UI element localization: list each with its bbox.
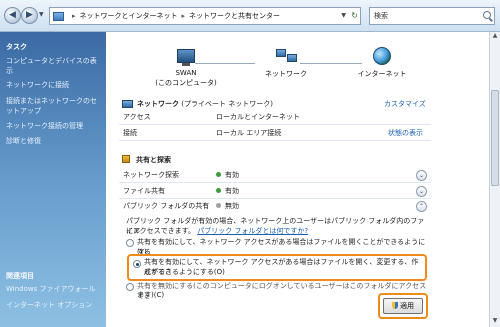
apply-button[interactable]: 適用 <box>383 298 423 314</box>
network-icon <box>276 49 298 63</box>
internet-label: インターネット <box>357 70 407 78</box>
sharing-row-public-folder: パブリック フォルダの共有 無効 ⌃ <box>119 199 431 214</box>
sidebar-item-firewall[interactable]: Windows ファイアウォール <box>6 284 102 294</box>
search-input[interactable]: 検索 <box>369 7 495 25</box>
row-value: 無効 <box>225 202 239 210</box>
breadcrumb[interactable]: ▸ ネットワークとインターネット ▸ ネットワークと共有センター ▼ ↻ <box>49 7 361 25</box>
related-heading: 関連項目 <box>6 272 34 280</box>
network-row-access: アクセス ローカルとインターネット <box>119 110 431 125</box>
computer-icon <box>177 49 195 66</box>
network-title-line: ネットワーク (プライベート ネットワーク) <box>137 99 273 109</box>
task-pane <box>0 32 106 327</box>
address-bar: ◀ ▶ ▼ ▸ ネットワークとインターネット ▸ ネットワークと共有センター ▼… <box>0 0 500 32</box>
search-icon[interactable] <box>483 11 491 19</box>
breadcrumb-separator: ▸ <box>181 12 186 20</box>
panel-description-line2: にアクセスできます。 <box>126 227 195 235</box>
uac-shield-icon <box>392 302 398 309</box>
status-off-icon <box>216 203 221 208</box>
expand-button[interactable]: ⌄ <box>416 170 427 181</box>
scroll-up-icon[interactable]: ▲ <box>490 32 500 42</box>
computer-sub-label: (このコンピュータ) <box>155 79 217 87</box>
customize-link[interactable]: カスタマイズ <box>384 99 426 109</box>
vertical-scrollbar[interactable]: ▲ ▼ <box>489 32 500 327</box>
scroll-down-icon[interactable]: ▼ <box>490 317 500 327</box>
map-connector <box>300 63 362 64</box>
network-icon <box>122 100 133 108</box>
network-type: (プライベート ネットワーク) <box>181 100 273 108</box>
sharing-icon <box>122 155 130 163</box>
breadcrumb-separator: ▸ <box>72 12 76 20</box>
network-title: ネットワーク <box>137 100 179 108</box>
radio-share-read[interactable] <box>126 239 134 247</box>
row-value: 有効 <box>225 171 239 179</box>
row-value: ローカル エリア接続 <box>216 129 282 137</box>
globe-icon <box>373 47 391 65</box>
breadcrumb-sharing-center[interactable]: ネットワークと共有センター <box>189 11 280 21</box>
sidebar-item-connect[interactable]: ネットワークに接続 <box>6 80 102 90</box>
back-button[interactable]: ◀ <box>4 7 21 24</box>
row-label: パブリック フォルダの共有 <box>123 202 210 210</box>
control-panel-icon <box>53 11 64 21</box>
refresh-icon[interactable]: ↻ <box>351 11 358 20</box>
status-on-icon <box>216 172 221 177</box>
sidebar-item-manage-connections[interactable]: ネットワーク接続の管理 <box>6 121 102 131</box>
row-label: ファイル共有 <box>123 187 165 195</box>
view-status-link[interactable]: 状態の表示 <box>388 126 423 140</box>
radio-share-off[interactable] <box>126 283 134 291</box>
option-read-text: 共有を有効にして、ネットワーク アクセスがある場合はファイルを開くことができるよ… <box>137 238 426 256</box>
row-label: 接続 <box>123 129 137 137</box>
map-connector <box>195 63 255 64</box>
row-value: ローカルとインターネット <box>216 113 300 121</box>
history-dropdown-icon[interactable]: ▼ <box>39 11 44 18</box>
public-folder-help-link[interactable]: パブリック フォルダとは何ですか? <box>197 227 308 235</box>
panel-description-line2-wrap: にアクセスできます。 パブリック フォルダとは何ですか? <box>126 227 308 237</box>
sidebar-item-diagnose[interactable]: 診断と修復 <box>6 136 102 146</box>
row-label: アクセス <box>123 113 151 121</box>
row-label: ネットワーク探索 <box>123 171 179 179</box>
sharing-row-discovery: ネットワーク探索 有効 ⌄ <box>119 168 431 183</box>
apply-label: 適用 <box>400 302 414 310</box>
breadcrumb-network-internet[interactable]: ネットワークとインターネット <box>80 11 178 21</box>
collapse-button[interactable]: ⌃ <box>416 201 427 212</box>
tasks-heading: タスク <box>6 43 27 51</box>
address-dropdown-icon[interactable]: ▼ <box>341 12 346 19</box>
scroll-thumb[interactable] <box>491 90 499 186</box>
network-label: ネットワーク <box>265 70 307 78</box>
computer-label: SWAN <box>175 69 197 77</box>
sharing-row-file-sharing: ファイル共有 有効 ⌄ <box>119 184 431 199</box>
sharing-heading: 共有と探索 <box>136 156 171 164</box>
sidebar-item-internet-options[interactable]: インターネット オプション <box>6 300 102 310</box>
row-value: 有効 <box>225 187 239 195</box>
option-full-line2: とができるようにする(O) <box>144 268 225 276</box>
forward-button[interactable]: ▶ <box>21 7 38 24</box>
radio-share-full[interactable] <box>133 260 141 268</box>
sidebar-item-view-devices[interactable]: コンピュータとデバイスの表示 <box>6 56 102 76</box>
network-row-connection: 接続 ローカル エリア接続 状態の表示 <box>119 126 431 141</box>
status-on-icon <box>216 188 221 193</box>
option-off-line2: ます)(C) <box>137 291 165 299</box>
expand-button[interactable]: ⌄ <box>416 186 427 197</box>
sidebar-item-setup[interactable]: 接続またはネットワークのセットアップ <box>6 96 102 116</box>
